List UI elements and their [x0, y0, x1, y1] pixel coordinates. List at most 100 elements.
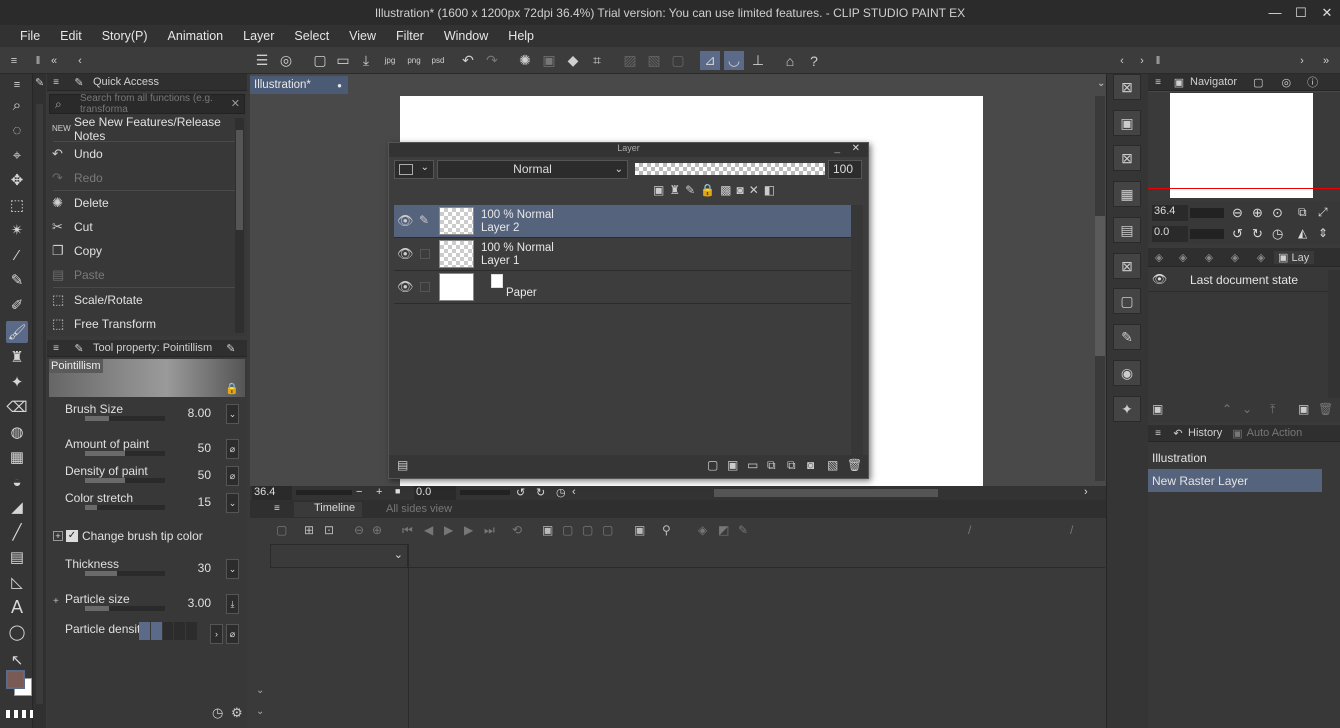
- trash-icon[interactable]: 🗑: [847, 458, 862, 472]
- menu-animation[interactable]: Animation: [158, 29, 234, 43]
- export-psd-icon[interactable]: psd: [428, 51, 448, 70]
- pressure-icon[interactable]: ⤓: [226, 594, 239, 614]
- eye-icon[interactable]: 👁: [397, 246, 414, 262]
- light-table-icon[interactable]: ▣: [634, 523, 645, 537]
- quick-access-tab-icon[interactable]: ✎: [65, 76, 93, 89]
- eyedropper-tool-icon[interactable]: ⁄: [6, 244, 28, 266]
- material-monochrome-icon[interactable]: ⊠: [1113, 253, 1141, 279]
- close-button[interactable]: ✕: [1314, 0, 1340, 25]
- eye-icon[interactable]: 👁: [397, 279, 414, 295]
- draft-layer-icon[interactable]: ✎: [685, 183, 695, 201]
- snap-ruler-icon[interactable]: ⊿: [700, 51, 720, 70]
- quick-access-search[interactable]: ⌕ Search from all functions (e.g. transf…: [49, 93, 245, 115]
- pen-tool-icon[interactable]: ✎: [6, 269, 28, 291]
- clip-icon[interactable]: ▣: [653, 183, 664, 201]
- prop-density-of-paint[interactable]: Density of paint 50 ⌀: [55, 464, 241, 491]
- reset-rotation-icon[interactable]: ◷: [556, 486, 566, 499]
- color-swatch[interactable]: [6, 670, 32, 696]
- new-folder-icon[interactable]: ▭: [747, 458, 758, 472]
- rotate-left-icon[interactable]: ↺: [1232, 226, 1243, 242]
- export-png-icon[interactable]: png: [404, 51, 424, 70]
- pressure-icon[interactable]: ⌀: [226, 466, 239, 486]
- timeline-frame-icon[interactable]: ⊞: [304, 523, 314, 537]
- layer-window-titlebar[interactable]: Layer _ ✕: [389, 143, 868, 157]
- apply-mask-icon[interactable]: ▧: [827, 458, 838, 472]
- panel-menu-icon[interactable]: ≡: [1148, 77, 1168, 88]
- density-step[interactable]: [162, 622, 174, 640]
- combine-layer-icon[interactable]: ⧉: [787, 458, 796, 473]
- prop-value[interactable]: 30: [198, 561, 211, 575]
- layer-panel-row[interactable]: 👁 Last document state: [1148, 270, 1328, 292]
- expand-icon[interactable]: +: [53, 531, 63, 541]
- gradient-tool-icon[interactable]: ◢: [6, 496, 28, 518]
- timeline-ruler[interactable]: [409, 544, 1105, 568]
- snap-grid-icon[interactable]: ⊥: [748, 51, 768, 70]
- airbrush-tool-icon[interactable]: ♜: [6, 346, 28, 368]
- qa-item-redo[interactable]: ↷ Redo: [47, 166, 247, 190]
- invert-selection-icon[interactable]: ▧: [644, 51, 664, 70]
- timeline-new-icon[interactable]: ▢: [276, 523, 287, 537]
- chevron-right-icon[interactable]: ›: [1292, 51, 1312, 70]
- panel-menu-icon[interactable]: ≡: [47, 77, 65, 88]
- eraser-tool-icon[interactable]: ⌫: [6, 396, 28, 418]
- collapse-right-icon[interactable]: ‹: [1112, 51, 1132, 70]
- minimize-button[interactable]: —: [1262, 0, 1288, 25]
- prop-value[interactable]: 50: [198, 441, 211, 455]
- navigator-angle-field[interactable]: 0.0: [1152, 226, 1188, 242]
- selection-tool-icon[interactable]: ⬚: [6, 194, 28, 216]
- trash-icon[interactable]: 🗑: [1318, 402, 1333, 416]
- mask-layer-icon[interactable]: ◙: [807, 458, 814, 472]
- reset-rotation-icon[interactable]: ◷: [1272, 226, 1283, 242]
- move-up-icon[interactable]: ⌃: [1222, 402, 1232, 416]
- snap-special-ruler-icon[interactable]: ◡: [724, 51, 744, 70]
- checkbox-checked[interactable]: ✓: [66, 530, 78, 542]
- fit-to-window-icon[interactable]: ⧉: [1298, 205, 1307, 220]
- change-brush-tip-row[interactable]: + ✓ Change brush tip color: [53, 528, 239, 548]
- layer-list-scrollbar[interactable]: [851, 205, 863, 455]
- fill-icon[interactable]: ◆: [563, 51, 583, 70]
- foreground-color-swatch[interactable]: [6, 670, 25, 689]
- material-pose-icon[interactable]: ✦: [1113, 396, 1141, 422]
- quick-access-title[interactable]: Quick Access: [93, 76, 159, 88]
- navigator-tab-icon[interactable]: ▣: [1168, 76, 1190, 89]
- chevron-right-icon[interactable]: ›: [210, 624, 223, 644]
- menu-select[interactable]: Select: [284, 29, 339, 43]
- info-icon[interactable]: ⓘ: [1307, 74, 1318, 90]
- line-tool-icon[interactable]: ╱: [6, 521, 28, 543]
- material-pattern-icon[interactable]: ▦: [1113, 181, 1141, 207]
- new-vector-layer-icon[interactable]: ▣: [727, 458, 738, 472]
- prop-brush-size[interactable]: Brush Size 8.00 ⌄: [55, 402, 241, 429]
- layer-check[interactable]: [420, 249, 430, 259]
- menu-filter[interactable]: Filter: [386, 29, 434, 43]
- slider[interactable]: [85, 478, 165, 483]
- tab-all-sides-view[interactable]: All sides view: [366, 503, 452, 515]
- expand-all-icon[interactable]: »: [1316, 51, 1336, 70]
- material-edit-icon[interactable]: ✎: [1113, 324, 1141, 350]
- scrollbar-thumb[interactable]: [236, 130, 243, 230]
- navigator-title[interactable]: Navigator: [1190, 76, 1237, 88]
- export-jpg-icon[interactable]: jpg: [380, 51, 400, 70]
- redo-icon[interactable]: ↷: [482, 51, 502, 70]
- last-frame-icon[interactable]: ⏭: [484, 523, 495, 538]
- menu-layer[interactable]: Layer: [233, 29, 284, 43]
- reference-tab-icon[interactable]: ◈: [1248, 251, 1274, 264]
- history-title[interactable]: History: [1188, 427, 1222, 439]
- tab-timeline[interactable]: Timeline: [294, 502, 362, 517]
- collapse-down-icon[interactable]: ⌄: [256, 706, 264, 717]
- layer-color-icon[interactable]: ◧: [764, 183, 775, 201]
- rotate-left-icon[interactable]: ↺: [516, 486, 525, 499]
- rotate-right-icon[interactable]: ↻: [536, 486, 545, 499]
- tool-property-title[interactable]: Tool property: Pointillism: [93, 342, 212, 354]
- new-cel-icon[interactable]: ▣: [542, 523, 553, 537]
- chevron-left-icon[interactable]: ‹: [70, 51, 90, 70]
- timeline-select[interactable]: ⌄: [270, 544, 408, 568]
- dropdown-icon[interactable]: ⌄: [226, 493, 239, 513]
- item-bank-icon[interactable]: ◎: [1281, 76, 1291, 89]
- next-frame-icon[interactable]: ▶: [464, 523, 473, 537]
- layer-property-tab-icon[interactable]: ◈: [1148, 251, 1170, 264]
- prop-amount-of-paint[interactable]: Amount of paint 50 ⌀: [55, 437, 241, 464]
- prop-value[interactable]: 15: [198, 495, 211, 509]
- zoom-slider[interactable]: [296, 490, 352, 495]
- blend-tool-icon[interactable]: ◍: [6, 421, 28, 443]
- sub-tool-detail-icon[interactable]: ✎: [226, 342, 235, 355]
